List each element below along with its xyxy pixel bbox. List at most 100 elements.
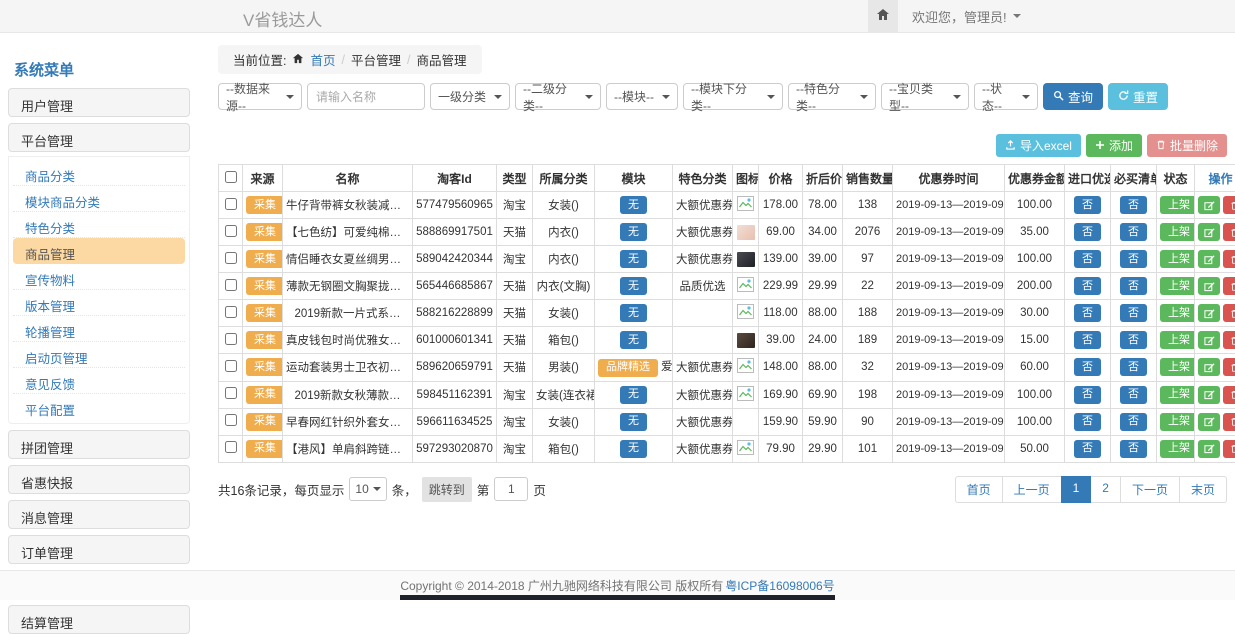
sidebar-item-7[interactable]: 启动页管理 (13, 342, 185, 368)
row-checkbox[interactable] (225, 279, 237, 291)
level1-category-select[interactable]: 一级分类 (430, 83, 510, 110)
sidebar-item-4[interactable]: 宣传物料 (13, 264, 185, 290)
page-button-5[interactable]: 末页 (1179, 476, 1227, 503)
delete-button[interactable] (1223, 440, 1235, 458)
sidebar-item-1[interactable]: 模块商品分类 (13, 186, 185, 212)
sidebar-group-platform[interactable]: 平台管理 (8, 123, 190, 152)
sidebar-group-bottom-1[interactable]: 省惠快报 (8, 465, 190, 494)
status-badge[interactable]: 上架 (1160, 223, 1195, 241)
edit-button[interactable] (1198, 440, 1220, 458)
page-button-0[interactable]: 首页 (955, 476, 1003, 503)
sidebar-item-9[interactable]: 平台配置 (13, 394, 185, 420)
status-badge[interactable]: 上架 (1160, 250, 1195, 268)
user-menu[interactable]: 欢迎您，管理员! (898, 7, 1035, 26)
must-buy-badge[interactable]: 否 (1120, 277, 1147, 295)
add-button[interactable]: 添加 (1086, 134, 1142, 157)
imported-badge[interactable]: 否 (1074, 331, 1101, 349)
icp-link[interactable]: 粤ICP备16098006号 (725, 577, 834, 594)
must-buy-badge[interactable]: 否 (1120, 413, 1147, 431)
status-badge[interactable]: 上架 (1160, 304, 1195, 322)
select-all-checkbox[interactable] (225, 171, 237, 183)
row-checkbox[interactable] (225, 441, 237, 453)
row-checkbox[interactable] (225, 198, 237, 210)
delete-button[interactable] (1223, 223, 1235, 241)
sidebar-item-0[interactable]: 商品分类 (13, 160, 185, 186)
bottom-scrollbar[interactable] (400, 595, 835, 600)
home-button[interactable] (868, 0, 898, 32)
page-button-1[interactable]: 上一页 (1002, 476, 1062, 503)
edit-button[interactable] (1198, 223, 1220, 241)
edit-button[interactable] (1198, 413, 1220, 431)
imported-badge[interactable]: 否 (1074, 440, 1101, 458)
must-buy-badge[interactable]: 否 (1120, 223, 1147, 241)
row-checkbox[interactable] (225, 306, 237, 318)
jump-button[interactable]: 跳转到 (422, 477, 472, 502)
row-checkbox[interactable] (225, 387, 237, 399)
batch-delete-button[interactable]: 批量删除 (1147, 134, 1227, 157)
row-checkbox[interactable] (225, 252, 237, 264)
status-select[interactable]: --状态-- (974, 83, 1038, 110)
delete-button[interactable] (1223, 413, 1235, 431)
status-badge[interactable]: 上架 (1160, 358, 1195, 376)
imported-badge[interactable]: 否 (1074, 304, 1101, 322)
status-badge[interactable]: 上架 (1160, 196, 1195, 214)
status-badge[interactable]: 上架 (1160, 386, 1195, 404)
imported-badge[interactable]: 否 (1074, 223, 1101, 241)
page-button-3[interactable]: 2 (1090, 476, 1121, 503)
must-buy-badge[interactable]: 否 (1120, 196, 1147, 214)
edit-button[interactable] (1198, 196, 1220, 214)
edit-button[interactable] (1198, 250, 1220, 268)
page-button-2[interactable]: 1 (1061, 476, 1092, 503)
name-input[interactable] (307, 83, 425, 110)
module-subcategory-select[interactable]: --模块下分类-- (683, 83, 783, 110)
must-buy-badge[interactable]: 否 (1120, 386, 1147, 404)
page-button-4[interactable]: 下一页 (1120, 476, 1180, 503)
sidebar-group-bottom-5[interactable]: 结算管理 (8, 605, 190, 634)
status-badge[interactable]: 上架 (1160, 413, 1195, 431)
search-button[interactable]: 查询 (1043, 83, 1103, 110)
imported-badge[interactable]: 否 (1074, 386, 1101, 404)
status-badge[interactable]: 上架 (1160, 440, 1195, 458)
sidebar-group-users[interactable]: 用户管理 (8, 88, 190, 117)
sidebar-group-bottom-3[interactable]: 订单管理 (8, 535, 190, 564)
imported-badge[interactable]: 否 (1074, 196, 1101, 214)
status-badge[interactable]: 上架 (1160, 277, 1195, 295)
reset-button[interactable]: 重置 (1108, 83, 1168, 110)
delete-button[interactable] (1223, 250, 1235, 268)
data-source-select[interactable]: --数据来源-- (218, 83, 302, 110)
must-buy-badge[interactable]: 否 (1120, 331, 1147, 349)
import-excel-button[interactable]: 导入excel (996, 134, 1081, 157)
imported-badge[interactable]: 否 (1074, 358, 1101, 376)
must-buy-badge[interactable]: 否 (1120, 358, 1147, 376)
imported-badge[interactable]: 否 (1074, 277, 1101, 295)
edit-button[interactable] (1198, 386, 1220, 404)
sidebar-group-bottom-2[interactable]: 消息管理 (8, 500, 190, 529)
breadcrumb-link-home[interactable]: 首页 (310, 50, 335, 69)
sidebar-group-bottom-0[interactable]: 拼团管理 (8, 430, 190, 459)
sidebar-item-6[interactable]: 轮播管理 (13, 316, 185, 342)
level2-category-select[interactable]: --二级分类-- (515, 83, 601, 110)
must-buy-badge[interactable]: 否 (1120, 440, 1147, 458)
sidebar-item-5[interactable]: 版本管理 (13, 290, 185, 316)
row-checkbox[interactable] (225, 225, 237, 237)
jump-page-input[interactable] (494, 477, 528, 501)
row-checkbox[interactable] (225, 414, 237, 426)
page-size-select[interactable]: 10 (349, 477, 386, 501)
edit-button[interactable] (1198, 331, 1220, 349)
row-checkbox[interactable] (225, 360, 237, 372)
edit-button[interactable] (1198, 358, 1220, 376)
row-checkbox[interactable] (225, 333, 237, 345)
delete-button[interactable] (1223, 386, 1235, 404)
delete-button[interactable] (1223, 304, 1235, 322)
module-select[interactable]: --模块-- (606, 83, 678, 110)
edit-button[interactable] (1198, 304, 1220, 322)
must-buy-badge[interactable]: 否 (1120, 304, 1147, 322)
sidebar-item-2[interactable]: 特色分类 (13, 212, 185, 238)
imported-badge[interactable]: 否 (1074, 250, 1101, 268)
must-buy-badge[interactable]: 否 (1120, 250, 1147, 268)
status-badge[interactable]: 上架 (1160, 331, 1195, 349)
delete-button[interactable] (1223, 331, 1235, 349)
sidebar-item-8[interactable]: 意见反馈 (13, 368, 185, 394)
imported-badge[interactable]: 否 (1074, 413, 1101, 431)
feature-category-select[interactable]: --特色分类-- (788, 83, 876, 110)
